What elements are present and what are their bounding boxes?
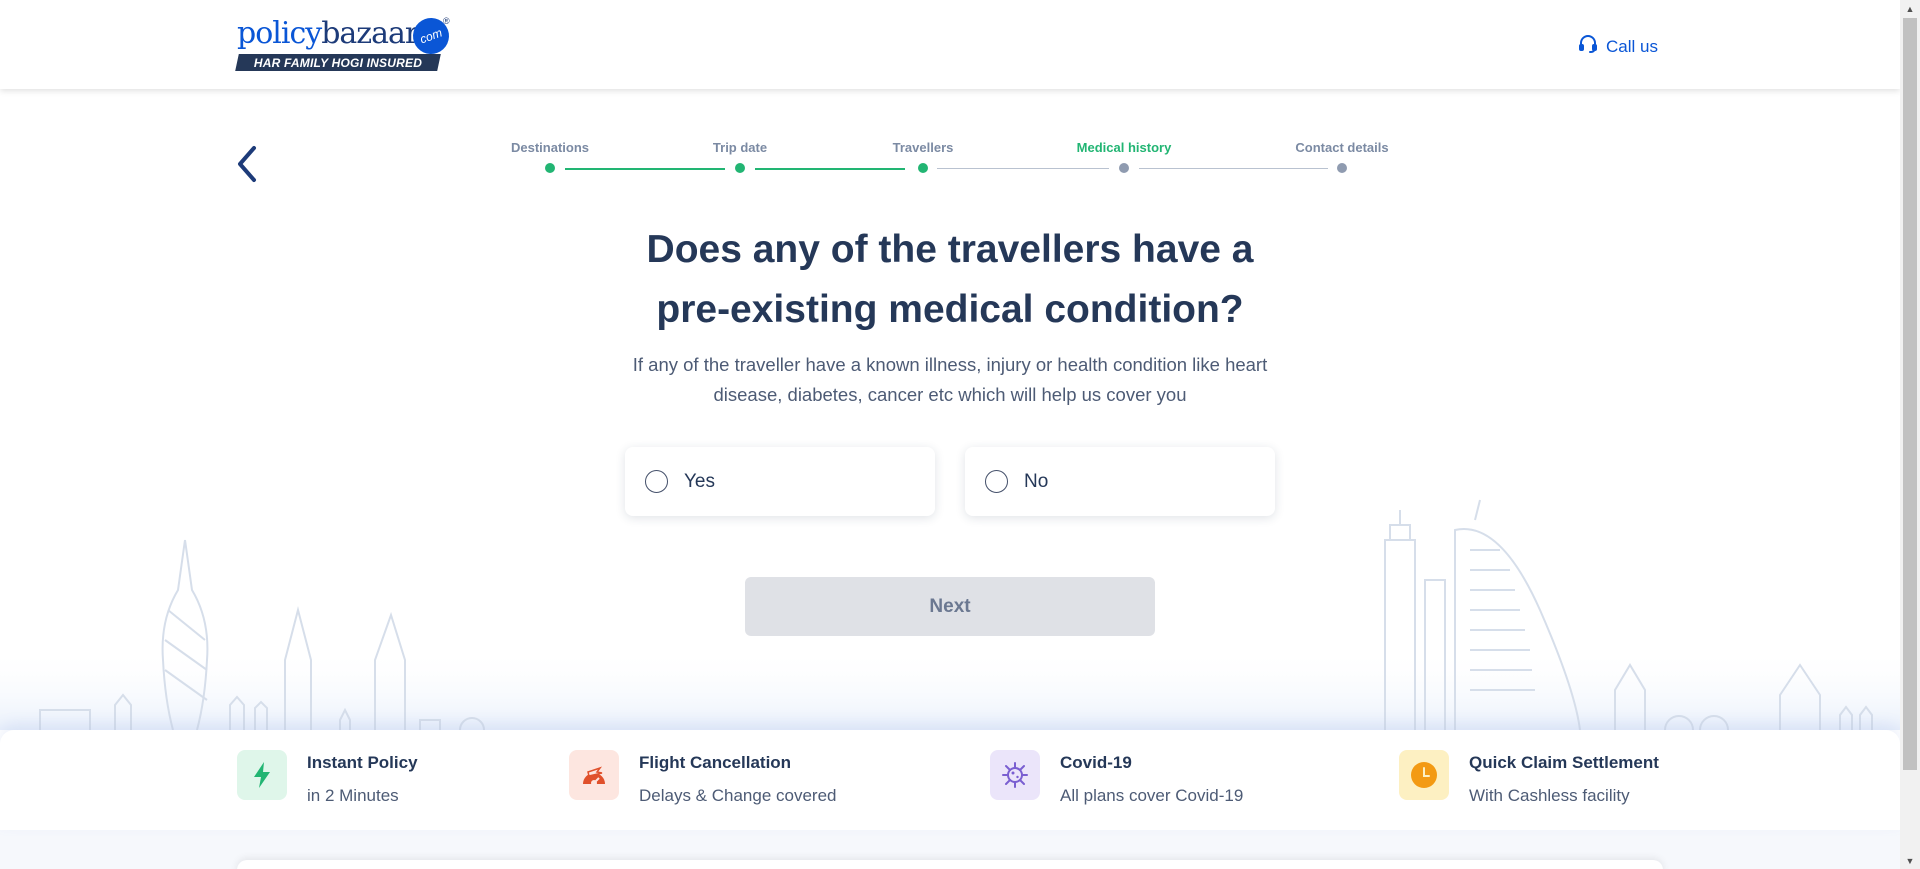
question-subtitle-line-1: If any of the traveller have a known ill…: [632, 354, 1268, 375]
feature-title: Covid-19: [1060, 753, 1132, 772]
option-yes-label: Yes: [684, 470, 715, 492]
policybazaar-logo[interactable]: policy bazaar com ® HAR FAMILY HOGI INSUR…: [235, 12, 455, 74]
feature-covid-19: Covid-19 All plans cover Covid-19: [990, 750, 1243, 806]
scroll-up-arrow-icon[interactable]: ▲: [1900, 0, 1920, 17]
step-travellers-dot: [918, 163, 928, 173]
step-contact-details-label: Contact details: [1295, 140, 1389, 155]
feature-subtitle: Delays & Change covered: [639, 786, 837, 805]
question-title-line-2: pre-existing medical condition?: [656, 288, 1244, 331]
lightning-icon: [237, 750, 287, 800]
feature-subtitle: in 2 Minutes: [307, 786, 399, 805]
back-button[interactable]: [232, 142, 264, 186]
step-connector: [565, 168, 725, 170]
feature-quick-claim: Quick Claim Settlement With Cashless fac…: [1399, 750, 1659, 806]
virus-icon: [990, 750, 1040, 800]
vertical-scrollbar[interactable]: ▲ ▼: [1900, 0, 1920, 869]
step-connector: [1139, 168, 1328, 169]
feature-title: Instant Policy: [307, 753, 418, 772]
question-title-line-1: Does any of the travellers have a: [646, 228, 1254, 271]
clock-icon: [1399, 750, 1449, 800]
step-contact-details-dot: [1337, 163, 1347, 173]
top-header: policy bazaar com ® HAR FAMILY HOGI INSUR…: [0, 0, 1900, 89]
feature-subtitle: All plans cover Covid-19: [1060, 786, 1244, 805]
step-destinations-dot: [545, 163, 555, 173]
logo-tagline: HAR FAMILY HOGI INSURED: [235, 54, 441, 71]
scroll-down-arrow-icon[interactable]: ▼: [1900, 852, 1920, 869]
headset-icon: [1578, 34, 1598, 59]
step-connector: [937, 168, 1109, 169]
step-travellers-label[interactable]: Travellers: [893, 140, 954, 155]
feature-title: Flight Cancellation: [639, 753, 792, 772]
flight-cancel-icon: [569, 750, 619, 800]
feature-flight-cancellation: Flight Cancellation Delays & Change cove…: [569, 750, 837, 806]
option-yes[interactable]: Yes: [625, 447, 935, 516]
question-title: Does any of the travellers have a pre-ex…: [560, 220, 1340, 340]
radio-yes[interactable]: [645, 470, 668, 493]
logo-bazaar-text: bazaar: [321, 16, 419, 51]
bottom-content-card: [237, 860, 1663, 869]
feature-title: Quick Claim Settlement: [1469, 753, 1659, 772]
progress-stepper: Destinations Trip date Travellers Medica…: [500, 140, 1400, 180]
feature-instant-policy: Instant Policy in 2 Minutes: [237, 750, 418, 806]
logo-tagline-text: HAR FAMILY HOGI INSURED: [253, 55, 423, 70]
logo-policy-text: policy: [237, 16, 322, 51]
logo-wordmark: policy bazaar: [237, 16, 419, 52]
call-us-button[interactable]: Call us: [1578, 34, 1658, 59]
call-us-label: Call us: [1606, 36, 1658, 56]
logo-registered-mark: ®: [443, 16, 450, 26]
chevron-left-icon: [238, 146, 256, 182]
step-medical-history-label: Medical history: [1076, 140, 1172, 155]
option-no-label: No: [1024, 470, 1049, 492]
radio-no[interactable]: [985, 470, 1008, 493]
feature-subtitle: With Cashless facility: [1469, 786, 1630, 805]
step-connector: [755, 168, 905, 170]
step-trip-date-dot: [735, 163, 745, 173]
step-destinations-label[interactable]: Destinations: [511, 140, 589, 155]
scrollbar-thumb[interactable]: [1903, 18, 1917, 770]
next-button[interactable]: Next: [745, 577, 1155, 636]
features-strip: Instant Policy in 2 Minutes Flight Cance…: [0, 730, 1900, 830]
step-medical-history-dot: [1119, 163, 1129, 173]
question-subtitle-line-2: disease, diabetes, cancer etc which will…: [713, 384, 1187, 405]
step-trip-date-label[interactable]: Trip date: [713, 140, 767, 155]
question-subtitle: If any of the traveller have a known ill…: [590, 350, 1310, 410]
option-no[interactable]: No: [965, 447, 1275, 516]
